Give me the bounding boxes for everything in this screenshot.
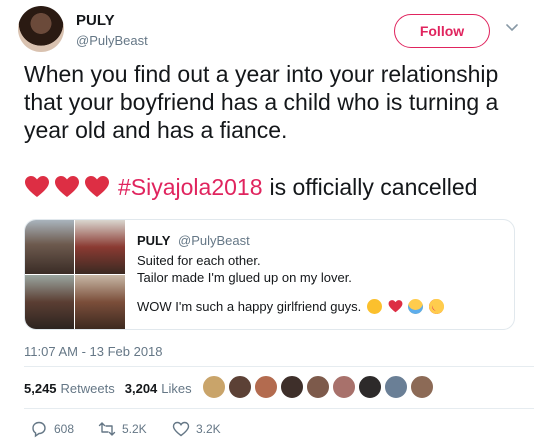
liker-avatar[interactable] — [358, 375, 382, 399]
quoted-image[interactable] — [25, 220, 74, 274]
tweet-stats: 5,245 Retweets 3,204 Likes — [24, 377, 202, 399]
chevron-down-icon[interactable] — [505, 20, 519, 34]
liker-avatar[interactable] — [228, 375, 252, 399]
tweet-header: PULY @PulyBeast Follow — [18, 6, 538, 52]
liker-avatar[interactable] — [280, 375, 304, 399]
avatar[interactable] — [18, 6, 64, 52]
heart-icon — [55, 176, 79, 197]
quoted-tweet[interactable]: PULY @PulyBeast Suited for each other. T… — [24, 219, 515, 330]
quoted-image[interactable] — [75, 275, 125, 329]
like-action[interactable]: 3.2K — [172, 420, 221, 438]
user-handle[interactable]: @PulyBeast — [76, 33, 148, 48]
tweet-text-line: #Siyajola2018 is officially cancelled — [24, 173, 534, 201]
liker-avatar[interactable] — [306, 375, 330, 399]
liker-avatar[interactable] — [384, 375, 408, 399]
reply-action[interactable]: 608 — [30, 420, 74, 438]
likes-label[interactable]: Likes — [161, 381, 191, 396]
quoted-tweet-images[interactable] — [25, 220, 125, 329]
heart-icon — [85, 176, 109, 197]
divider — [24, 366, 534, 367]
quoted-line: Suited for each other. — [137, 253, 261, 268]
heart-icon — [25, 176, 49, 197]
quoted-user-handle: @PulyBeast — [178, 233, 250, 248]
tweet-text: When you find out a year into your relat… — [24, 61, 499, 143]
reply-count: 608 — [54, 422, 75, 436]
quoted-line: WOW I'm such a happy girlfriend guys. — [137, 298, 507, 315]
divider — [24, 408, 534, 409]
retweets-count[interactable]: 5,245 — [24, 381, 57, 396]
quoted-line: Tailor made I'm glued up on my lover. — [137, 270, 352, 285]
hashtag-link[interactable]: #Siyajola2018 — [118, 173, 263, 201]
retweet-action[interactable]: 5.2K — [98, 420, 147, 438]
red-heart-emoji — [388, 300, 402, 313]
tweet-text-rest: is officially cancelled — [269, 174, 478, 200]
liker-avatar[interactable] — [202, 375, 226, 399]
retweets-label[interactable]: Retweets — [61, 381, 115, 396]
quoted-user-name: PULY — [137, 233, 171, 248]
quoted-tweet-text: Suited for each other. Tailor made I'm g… — [137, 252, 507, 315]
retweet-count: 5.2K — [122, 422, 147, 436]
quoted-image[interactable] — [75, 220, 125, 274]
tears-of-joy-emoji — [366, 299, 382, 314]
crying-face-emoji — [408, 299, 424, 314]
liker-avatar[interactable] — [332, 375, 356, 399]
liker-avatar[interactable] — [254, 375, 278, 399]
heart-eyes-emoji — [428, 299, 444, 314]
quoted-image[interactable] — [25, 275, 74, 329]
heart-outline-icon[interactable] — [172, 420, 190, 438]
retweet-icon[interactable] — [98, 420, 116, 438]
reply-icon[interactable] — [30, 420, 48, 438]
like-count: 3.2K — [196, 422, 221, 436]
user-name[interactable]: PULY — [76, 12, 115, 29]
follow-button[interactable]: Follow — [394, 14, 490, 48]
likes-count[interactable]: 3,204 — [125, 381, 158, 396]
quoted-last-line: WOW I'm such a happy girlfriend guys. — [137, 299, 362, 314]
tweet-timestamp[interactable]: 11:07 AM - 13 Feb 2018 — [24, 344, 163, 359]
liker-avatar[interactable] — [410, 375, 434, 399]
